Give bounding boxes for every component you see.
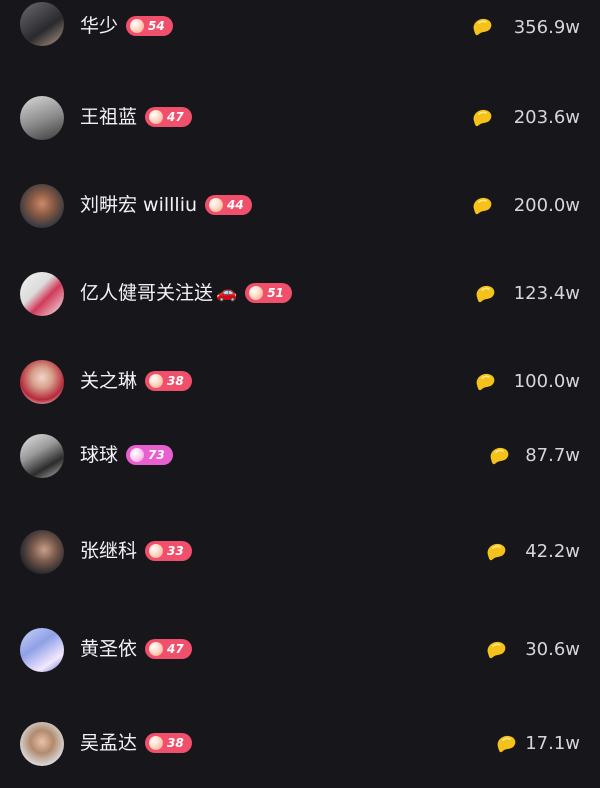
level-badge: 51 bbox=[245, 283, 292, 303]
list-item[interactable]: 球球 73 87.7w bbox=[0, 426, 600, 486]
avatar[interactable] bbox=[20, 360, 64, 404]
level-value: 33 bbox=[167, 544, 184, 558]
user-name: 黄圣依 47 bbox=[80, 637, 192, 661]
avatar[interactable] bbox=[20, 434, 64, 478]
user-name-text: 亿人健哥关注送 bbox=[80, 282, 214, 304]
coin-amount: 30.6w bbox=[525, 639, 580, 660]
user-name: 华少 54 bbox=[80, 14, 173, 38]
gold-bean-icon bbox=[487, 543, 506, 561]
level-gem-icon bbox=[149, 736, 164, 750]
level-value: 54 bbox=[148, 19, 165, 33]
level-value: 73 bbox=[148, 448, 165, 462]
list-item[interactable]: 亿人健哥关注送 🚗 51 123.4w bbox=[0, 264, 600, 324]
avatar[interactable] bbox=[20, 272, 64, 316]
avatar[interactable] bbox=[20, 96, 64, 140]
level-badge: 33 bbox=[145, 541, 192, 561]
level-value: 44 bbox=[227, 198, 244, 212]
gold-bean-icon bbox=[497, 735, 516, 753]
coin-amount: 87.7w bbox=[525, 445, 580, 466]
gold-bean-icon bbox=[476, 373, 495, 391]
level-gem-icon bbox=[130, 19, 145, 33]
level-badge: 44 bbox=[205, 195, 252, 215]
level-badge: 38 bbox=[145, 371, 192, 391]
level-gem-icon bbox=[149, 642, 164, 656]
gold-bean-icon bbox=[487, 641, 506, 659]
level-gem-icon bbox=[130, 448, 145, 462]
level-gem-icon bbox=[249, 286, 264, 300]
level-gem-icon bbox=[149, 544, 164, 558]
user-name-text: 刘畊宏 willliu bbox=[80, 194, 198, 216]
level-value: 38 bbox=[167, 736, 184, 750]
avatar[interactable] bbox=[20, 184, 64, 228]
user-name-text: 张继科 bbox=[80, 540, 138, 562]
avatar[interactable] bbox=[20, 722, 64, 766]
level-value: 38 bbox=[167, 374, 184, 388]
level-badge: 47 bbox=[145, 639, 192, 659]
list-item[interactable]: 黄圣依 47 30.6w bbox=[0, 620, 600, 680]
user-name: 吴孟达 38 bbox=[80, 731, 192, 755]
user-name: 关之琳 38 bbox=[80, 369, 192, 393]
avatar[interactable] bbox=[20, 628, 64, 672]
coin-amount: 100.0w bbox=[513, 371, 580, 392]
level-gem-icon bbox=[149, 374, 164, 388]
user-name-text: 关之琳 bbox=[80, 370, 138, 392]
coin-amount: 356.9w bbox=[513, 17, 580, 38]
level-badge: 54 bbox=[126, 16, 173, 36]
user-name: 刘畊宏 willliu 44 bbox=[80, 193, 252, 217]
level-badge: 38 bbox=[145, 733, 192, 753]
gift-ranking-list: 华少 54 356.9w 王祖蓝 47 203.6w 刘畊宏 willliu 44 2… bbox=[0, 0, 600, 788]
user-name-text: 球球 bbox=[80, 444, 119, 466]
gold-bean-icon bbox=[473, 197, 492, 215]
list-item[interactable]: 刘畊宏 willliu 44 200.0w bbox=[0, 176, 600, 236]
avatar[interactable] bbox=[20, 2, 64, 46]
level-badge: 47 bbox=[145, 107, 192, 127]
list-item[interactable]: 吴孟达 38 17.1w bbox=[0, 714, 600, 774]
list-item[interactable]: 王祖蓝 47 203.6w bbox=[0, 88, 600, 148]
level-value: 47 bbox=[167, 642, 184, 656]
user-name: 王祖蓝 47 bbox=[80, 105, 192, 129]
coin-amount: 200.0w bbox=[513, 195, 580, 216]
user-name: 张继科 33 bbox=[80, 539, 192, 563]
level-badge: 73 bbox=[126, 445, 173, 465]
list-item[interactable]: 张继科 33 42.2w bbox=[0, 522, 600, 582]
level-gem-icon bbox=[209, 198, 224, 212]
coin-amount: 17.1w bbox=[525, 733, 580, 754]
gold-bean-icon bbox=[473, 109, 492, 127]
gold-bean-icon bbox=[476, 285, 495, 303]
coin-amount: 123.4w bbox=[513, 283, 580, 304]
avatar[interactable] bbox=[20, 530, 64, 574]
gold-bean-icon bbox=[473, 18, 492, 36]
user-name-text: 黄圣依 bbox=[80, 638, 138, 660]
level-gem-icon bbox=[149, 110, 164, 124]
user-name-text: 吴孟达 bbox=[80, 732, 138, 754]
car-emoji-icon: 🚗 bbox=[216, 283, 238, 303]
user-name-text: 王祖蓝 bbox=[80, 106, 138, 128]
user-name-text: 华少 bbox=[80, 15, 119, 37]
user-name: 亿人健哥关注送 🚗 51 bbox=[80, 281, 292, 305]
gold-bean-icon bbox=[490, 447, 509, 465]
user-name: 球球 73 bbox=[80, 443, 173, 467]
list-item[interactable]: 华少 54 356.9w bbox=[0, 0, 600, 60]
coin-amount: 203.6w bbox=[513, 107, 580, 128]
level-value: 47 bbox=[167, 110, 184, 124]
level-value: 51 bbox=[267, 286, 284, 300]
coin-amount: 42.2w bbox=[525, 541, 580, 562]
list-item[interactable]: 关之琳 38 100.0w bbox=[0, 352, 600, 412]
